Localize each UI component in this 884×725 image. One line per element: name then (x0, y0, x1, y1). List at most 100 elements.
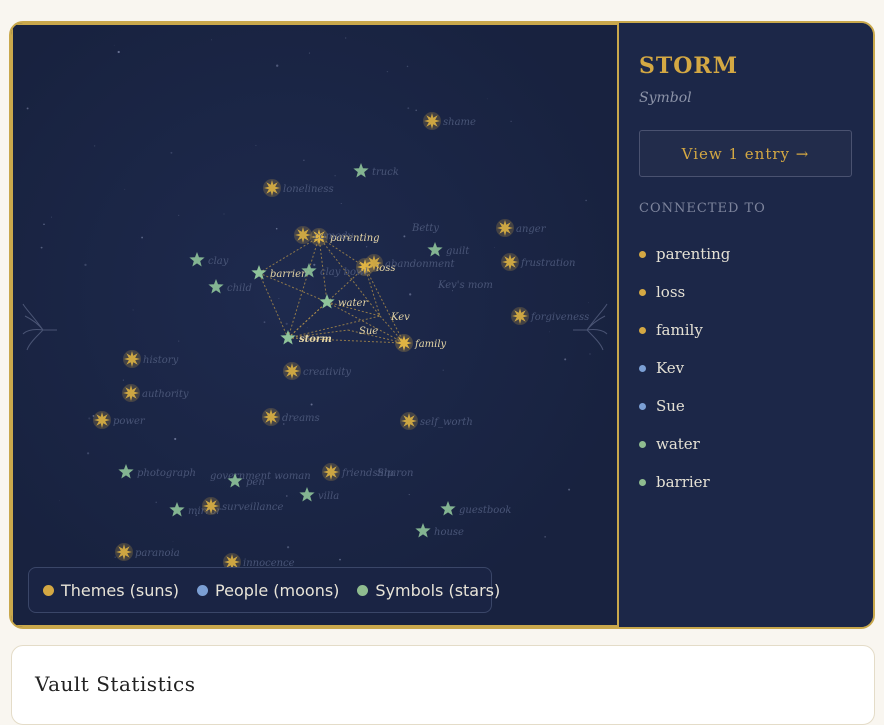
map-node-theme[interactable]: loneliness (263, 179, 334, 197)
map-node-symbol[interactable]: clay (189, 252, 229, 267)
node-label: self_worth (420, 417, 473, 428)
node-label: water (338, 298, 368, 309)
map-node-symbol[interactable]: guilt (427, 242, 470, 257)
constellation-map[interactable]: shame truck loneliness anger frustration forg… (11, 23, 619, 627)
node-label: photograph (137, 468, 196, 479)
background-star (334, 175, 336, 177)
vault-statistics-card: Vault Statistics (11, 645, 875, 725)
vault-statistics-title: Vault Statistics (35, 672, 196, 696)
background-star (306, 327, 308, 329)
connected-item[interactable]: family (639, 311, 730, 349)
background-star (585, 199, 587, 202)
node-label: loneliness (283, 184, 334, 195)
legend-person-dot (197, 584, 209, 596)
map-node-theme[interactable]: comedy (294, 226, 353, 244)
background-star (50, 216, 53, 218)
map-node-theme[interactable]: self_worth (400, 412, 473, 430)
map-node-theme[interactable]: creativity (283, 362, 351, 380)
background-star (88, 417, 91, 420)
sun-icon (295, 227, 311, 243)
legend-symbol-dot (357, 584, 369, 596)
star-icon (299, 487, 315, 502)
node-title: STORM (639, 53, 739, 79)
legend-symbols-label: Symbols (stars) (375, 580, 501, 600)
sun-icon (401, 413, 417, 429)
node-label: truck (372, 167, 399, 178)
map-node-theme[interactable]: forgiveness (511, 307, 589, 325)
background-star (124, 188, 126, 190)
map-legend: Themes (suns) People (moons) Symbols (st… (28, 567, 500, 613)
connected-label: loss (656, 283, 686, 301)
background-star (409, 293, 412, 296)
map-node-symbol[interactable]: water (319, 294, 368, 309)
map-node-theme[interactable]: paranoia (115, 543, 180, 561)
node-label: Sue (359, 326, 378, 337)
map-node-person[interactable]: Kev's mom (422, 276, 493, 292)
legend-theme-dot (43, 584, 54, 596)
map-node-theme[interactable]: authority (122, 384, 189, 402)
map-node-symbol[interactable]: child (208, 279, 252, 294)
node-label: history (143, 355, 179, 366)
map-node-theme[interactable]: dreams (262, 408, 320, 426)
map-node-symbol[interactable]: truck (353, 163, 399, 178)
sun-icon (512, 308, 528, 324)
legend-people-label: People (moons) (215, 580, 340, 600)
map-node-theme[interactable]: frustration (501, 253, 576, 271)
background-star (287, 546, 290, 549)
node-label: storm (299, 334, 332, 345)
map-node-theme[interactable]: anger (496, 219, 547, 237)
map-node-symbol[interactable]: villa (299, 487, 339, 502)
node-type: Symbol (639, 90, 692, 106)
connected-item[interactable]: barrier (639, 463, 730, 501)
background-star (564, 358, 567, 361)
map-node-symbol[interactable]: house (415, 523, 464, 538)
node-label: frustration (520, 258, 576, 269)
background-star (155, 501, 157, 504)
map-node-symbol[interactable]: photograph (118, 464, 196, 479)
background-star (58, 500, 60, 502)
map-node-theme[interactable]: family (395, 334, 447, 352)
map-node-symbol[interactable]: barrier (251, 265, 307, 280)
background-star (303, 159, 305, 161)
star-icon (189, 252, 205, 267)
connected-item[interactable]: parenting (639, 235, 730, 273)
connected-item[interactable]: Sue (639, 387, 730, 425)
map-node-theme[interactable]: surveillance (202, 497, 284, 515)
background-star (340, 202, 342, 204)
background-star (40, 246, 43, 249)
connected-item[interactable]: water (639, 425, 730, 463)
node-label: paranoia (135, 548, 180, 559)
sun-icon (123, 385, 139, 401)
map-node-theme[interactable]: abandonment (365, 254, 455, 272)
sun-icon (497, 220, 513, 236)
sun-icon (424, 113, 440, 129)
map-node-theme[interactable]: history (123, 350, 179, 368)
sun-icon (264, 180, 280, 196)
node-label: creativity (303, 367, 351, 378)
background-star (589, 353, 591, 355)
star-icon (118, 464, 134, 479)
background-star (588, 302, 590, 304)
connected-item[interactable]: Kev (639, 349, 730, 387)
map-node-symbol[interactable]: guestbook (440, 501, 511, 516)
map-node-theme[interactable]: power (93, 411, 146, 429)
constellation-canvas[interactable]: shame truck loneliness anger frustration forg… (13, 25, 617, 625)
background-star (408, 494, 410, 496)
background-star (170, 151, 173, 154)
map-node-theme[interactable]: shame (423, 112, 476, 130)
map-node-person[interactable]: Betty (396, 219, 439, 235)
moon-icon (422, 276, 430, 292)
connected-dot (639, 402, 646, 410)
background-star (313, 263, 316, 266)
background-star (223, 213, 225, 215)
star-icon (440, 501, 456, 516)
background-star (308, 52, 310, 54)
background-star (406, 65, 409, 68)
node-label: Sharon (377, 468, 414, 479)
map-node-symbol[interactable]: storm (280, 330, 332, 345)
legend-symbols: Symbols (stars) (357, 581, 500, 600)
background-star (339, 558, 341, 561)
connected-item[interactable]: loss (639, 273, 730, 311)
view-entries-button[interactable]: View 1 entry → (639, 130, 852, 177)
background-star (113, 44, 115, 46)
